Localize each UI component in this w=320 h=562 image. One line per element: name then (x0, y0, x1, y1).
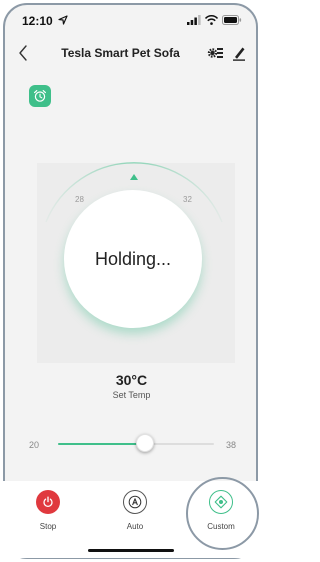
auto-a-icon (128, 495, 142, 509)
dial-status-text: Holding... (94, 248, 172, 269)
set-temp-label: Set Temp (112, 390, 151, 400)
page-title: Tesla Smart Pet Sofa (61, 46, 180, 60)
alarm-clock-icon (34, 90, 46, 102)
stop-label: Stop (39, 522, 57, 531)
status-icons (187, 15, 242, 25)
wifi-icon (205, 15, 218, 25)
target-icon (214, 495, 228, 509)
auto-button[interactable]: Auto (105, 490, 165, 540)
auto-circle (123, 490, 147, 514)
alarm-button[interactable] (29, 85, 51, 107)
slider-max-label: 38 (226, 440, 237, 450)
dial-tick-right: 32 (183, 195, 192, 204)
slider-thumb[interactable] (135, 434, 154, 452)
set-temp-value: 30°C (115, 372, 148, 388)
power-icon (43, 496, 53, 508)
temperature-slider[interactable] (58, 434, 214, 452)
stop-button[interactable]: Stop (18, 490, 78, 540)
nav-bar: Tesla Smart Pet Sofa (5, 35, 256, 71)
status-time: 12:10 (22, 14, 53, 28)
location-arrow-icon (58, 15, 68, 25)
custom-circle (209, 490, 233, 514)
custom-button[interactable]: Custom (191, 490, 251, 540)
status-bar: 12:10 (5, 5, 256, 35)
dial-tick-left: 28 (75, 195, 84, 204)
auto-label: Auto (126, 522, 144, 531)
edit-pencil-icon[interactable] (232, 45, 246, 61)
slider-min-label: 20 (29, 440, 40, 450)
battery-icon (222, 15, 242, 25)
slider-fill (58, 443, 145, 445)
stop-circle (36, 490, 60, 514)
home-indicator[interactable] (88, 549, 174, 552)
holding-dial[interactable]: Holding... (64, 190, 202, 328)
device-settings-icon[interactable] (207, 46, 223, 60)
custom-label: Custom (207, 522, 235, 531)
back-chevron-icon[interactable] (17, 44, 31, 62)
signal-icon (187, 15, 201, 25)
